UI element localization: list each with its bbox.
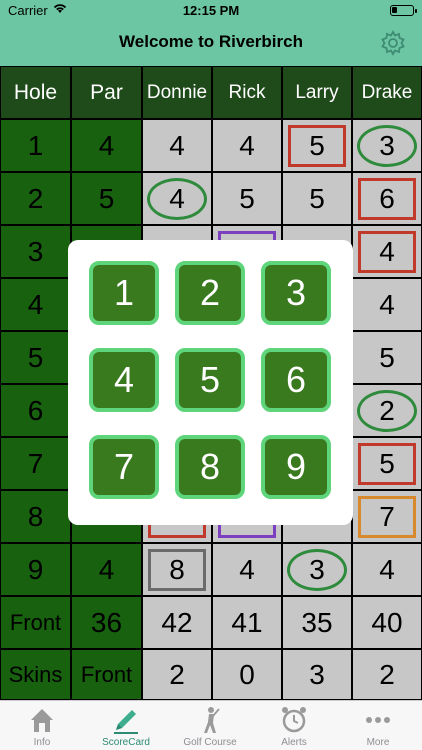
- score-value: 4: [379, 235, 395, 267]
- skins-count: 0: [212, 649, 282, 700]
- status-bar: Carrier 12:15 PM: [0, 0, 422, 22]
- key-9-button[interactable]: 9: [261, 435, 331, 499]
- header-hole: Hole: [0, 66, 71, 119]
- hole-number: 2: [0, 172, 71, 225]
- score-value: 4: [379, 553, 395, 585]
- score-cell[interactable]: 4: [212, 543, 282, 596]
- score-cell[interactable]: 4: [212, 119, 282, 172]
- page-title: Welcome to Riverbirch: [119, 32, 303, 51]
- tab-label: Info: [33, 737, 51, 748]
- score-value: 5: [239, 182, 255, 214]
- score-cell[interactable]: 2: [352, 384, 422, 437]
- key-4-button[interactable]: 4: [89, 348, 159, 412]
- tab-bar: Info ScoreCard Golf Course Alerts More: [0, 700, 422, 750]
- hole-par: 4: [71, 543, 142, 596]
- tab-info[interactable]: Info: [0, 701, 84, 750]
- header-player-1[interactable]: Donnie: [142, 66, 212, 119]
- score-value: 4: [169, 129, 185, 161]
- tab-label: Golf Course: [183, 737, 237, 748]
- header-player-3[interactable]: Larry: [282, 66, 352, 119]
- house-icon: [27, 705, 57, 735]
- hole-number: 9: [0, 543, 71, 596]
- score-value: 5: [379, 341, 395, 373]
- score-value: 6: [379, 182, 395, 214]
- hole-number: 4: [0, 278, 71, 331]
- tab-alerts[interactable]: Alerts: [252, 701, 336, 750]
- score-value: 3: [379, 129, 395, 161]
- tab-golf-course[interactable]: Golf Course: [168, 701, 252, 750]
- hole-number: 8: [0, 490, 71, 543]
- front-total: 40: [352, 596, 422, 649]
- key-6-button[interactable]: 6: [261, 348, 331, 412]
- score-value: 5: [379, 447, 395, 479]
- key-1-button[interactable]: 1: [89, 261, 159, 325]
- key-2-button[interactable]: 2: [175, 261, 245, 325]
- navigation-bar: Carrier 12:15 PM Welcome to Riverbirch: [0, 0, 422, 66]
- tab-label: Alerts: [281, 737, 307, 748]
- skins-count: 2: [142, 649, 212, 700]
- score-value: 4: [239, 129, 255, 161]
- key-5-button[interactable]: 5: [175, 348, 245, 412]
- score-cell[interactable]: 5: [212, 172, 282, 225]
- skins-count: 2: [352, 649, 422, 700]
- score-value: 7: [379, 500, 395, 532]
- tab-label: More: [366, 737, 390, 748]
- front-total: 42: [142, 596, 212, 649]
- skins-count: 3: [282, 649, 352, 700]
- score-value: 5: [309, 129, 325, 161]
- gear-icon[interactable]: [380, 30, 406, 56]
- skins-label: Skins: [0, 649, 71, 700]
- score-cell[interactable]: 8: [142, 543, 212, 596]
- front-label: Front: [0, 596, 71, 649]
- score-value: 2: [379, 394, 395, 426]
- score-value: 4: [239, 553, 255, 585]
- score-cell[interactable]: 4: [352, 543, 422, 596]
- score-cell[interactable]: 4: [352, 225, 422, 278]
- front-total: 41: [212, 596, 282, 649]
- score-cell[interactable]: 5: [282, 172, 352, 225]
- score-value: 4: [169, 182, 185, 214]
- score-value: 3: [309, 553, 325, 585]
- pencil-icon: [111, 705, 141, 735]
- header-player-2[interactable]: Rick: [212, 66, 282, 119]
- key-3-button[interactable]: 3: [261, 261, 331, 325]
- score-cell[interactable]: 4: [142, 119, 212, 172]
- hole-number: 7: [0, 437, 71, 490]
- score-cell[interactable]: 7: [352, 490, 422, 543]
- score-cell[interactable]: 6: [352, 172, 422, 225]
- score-cell[interactable]: 4: [142, 172, 212, 225]
- hole-number: 1: [0, 119, 71, 172]
- key-7-button[interactable]: 7: [89, 435, 159, 499]
- score-cell[interactable]: 5: [352, 331, 422, 384]
- clock: 12:15 PM: [182, 3, 240, 18]
- score-cell[interactable]: 5: [352, 437, 422, 490]
- score-value: 8: [169, 553, 185, 585]
- hole-par: 4: [71, 119, 142, 172]
- hole-number: 6: [0, 384, 71, 437]
- front-total: 35: [282, 596, 352, 649]
- tab-scorecard[interactable]: ScoreCard: [84, 701, 168, 750]
- hole-number: 5: [0, 331, 71, 384]
- tab-more[interactable]: More: [336, 701, 420, 750]
- header-player-4[interactable]: Drake: [352, 66, 422, 119]
- key-8-button[interactable]: 8: [175, 435, 245, 499]
- skins-mode[interactable]: Front: [71, 649, 142, 700]
- golfer-icon: [195, 705, 225, 735]
- battery-icon: [390, 5, 417, 16]
- score-cell[interactable]: 3: [282, 543, 352, 596]
- score-cell[interactable]: 4: [352, 278, 422, 331]
- score-value: 5: [309, 182, 325, 214]
- hole-number: 3: [0, 225, 71, 278]
- alarm-clock-icon: [279, 705, 309, 735]
- header-par: Par: [71, 66, 142, 119]
- hole-par: 5: [71, 172, 142, 225]
- score-picker: 1 2 3 4 5 6 7 8 9: [68, 240, 353, 525]
- score-cell[interactable]: 5: [282, 119, 352, 172]
- more-icon: [363, 705, 393, 735]
- tab-label: ScoreCard: [102, 737, 150, 748]
- front-par-total: 36: [71, 596, 142, 649]
- score-cell[interactable]: 3: [352, 119, 422, 172]
- score-value: 4: [379, 288, 395, 320]
